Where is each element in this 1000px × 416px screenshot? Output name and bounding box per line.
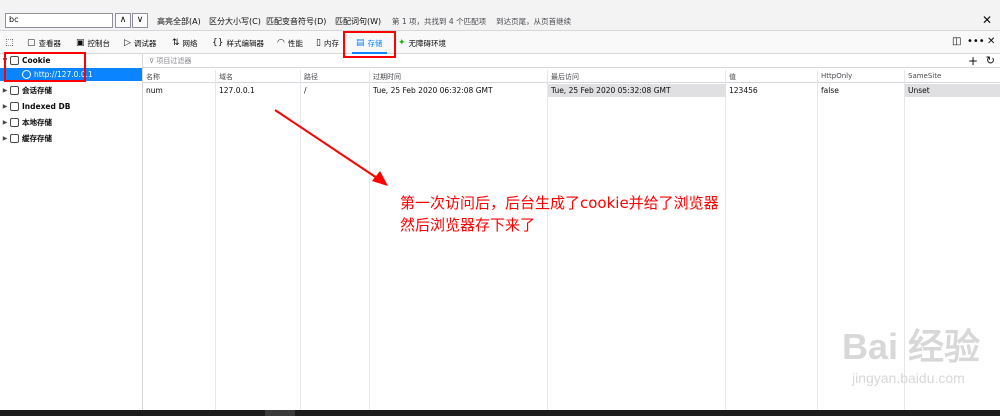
arrow-line: [274, 109, 381, 181]
arrow-head: [372, 171, 388, 186]
watermark-logo: Bai 经验: [841, 326, 980, 367]
annotation-line-1: 第一次访问后，后台生成了cookie并给了浏览器: [400, 194, 719, 212]
annotation-text: 第一次访问后，后台生成了cookie并给了浏览器 然后浏览器存下来了: [400, 192, 719, 236]
watermark-url: jingyan.baidu.com: [851, 370, 965, 386]
taskbar: [0, 410, 1000, 416]
baidu-watermark: Bai 经验 jingyan.baidu.com: [842, 318, 980, 386]
taskbar-item[interactable]: [265, 410, 295, 416]
annotation-line-2: 然后浏览器存下来了: [400, 216, 536, 234]
